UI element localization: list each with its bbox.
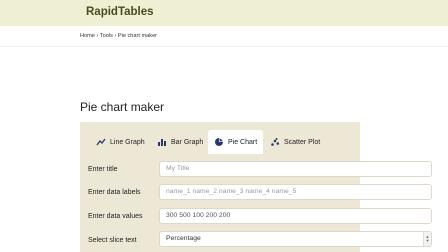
- title-label: Enter title: [88, 166, 118, 173]
- breadcrumb-home[interactable]: Home: [80, 33, 95, 39]
- title-input[interactable]: My Title: [159, 161, 432, 177]
- top-bar: RapidTables: [0, 0, 448, 26]
- slice-text-select[interactable]: Percentage ▲ ▼: [159, 231, 432, 247]
- slice-text-selected: Percentage: [166, 235, 201, 242]
- select-arrows-icon[interactable]: ▲ ▼: [423, 232, 431, 246]
- tab-pie-chart[interactable]: Pie Chart: [208, 130, 263, 154]
- pie-chart-icon: [214, 137, 224, 147]
- bar-graph-icon: [157, 137, 167, 147]
- breadcrumb-separator: ›: [96, 33, 99, 39]
- data-labels-label: Enter data labels: [88, 189, 141, 196]
- tab-line-graph[interactable]: Line Graph: [96, 130, 146, 154]
- breadcrumb-separator: ›: [114, 33, 117, 39]
- page-title: Pie chart maker: [80, 100, 165, 114]
- tab-bar-graph[interactable]: Bar Graph: [157, 130, 207, 154]
- scatter-plot-icon: [270, 137, 280, 147]
- slice-text-label: Select slice text: [88, 237, 137, 244]
- data-values-input[interactable]: 300 500 100 200 200: [159, 208, 432, 224]
- line-graph-icon: [96, 137, 106, 147]
- tab-label: Pie Chart: [228, 138, 258, 146]
- breadcrumb-current: Pie chart maker: [117, 33, 158, 39]
- site-logo[interactable]: RapidTables: [86, 6, 154, 18]
- breadcrumb-tools[interactable]: Tools: [100, 33, 113, 39]
- breadcrumb: Home › Tools › Pie chart maker: [80, 33, 157, 39]
- data-values-label: Enter data values: [88, 213, 143, 220]
- data-labels-input[interactable]: name_1 name_2 name_3 name_4 name_5: [159, 184, 432, 200]
- header-divider: [0, 46, 448, 47]
- tab-label: Bar Graph: [171, 138, 204, 146]
- chart-type-tabs: Line Graph Bar Graph Pie Chart Scatter P…: [80, 130, 360, 154]
- tab-label: Scatter Plot: [284, 138, 321, 146]
- tab-scatter-plot[interactable]: Scatter Plot: [270, 130, 332, 154]
- chart-form-panel: Line Graph Bar Graph Pie Chart Scatter P…: [80, 122, 432, 252]
- tab-label: Line Graph: [110, 138, 145, 146]
